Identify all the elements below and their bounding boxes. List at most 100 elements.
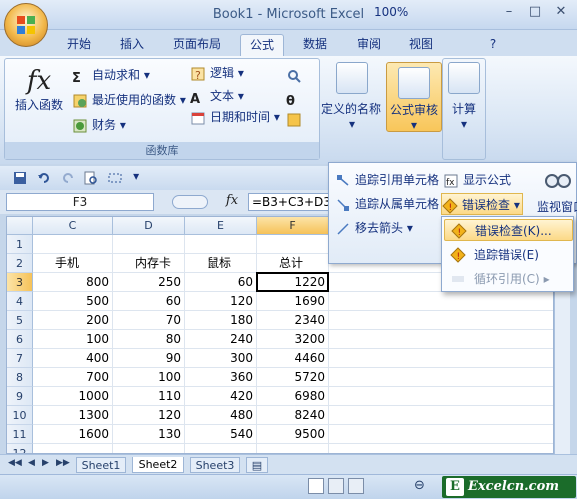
- financial-button[interactable]: 财务 ▾: [72, 114, 126, 136]
- cell-d6[interactable]: 80: [113, 330, 185, 349]
- row-header-10[interactable]: 10: [7, 406, 33, 425]
- formula-input[interactable]: =B3+C3+D3: [248, 193, 330, 211]
- cell-f7[interactable]: 4460: [257, 349, 329, 368]
- sheet-tab-sheet3[interactable]: Sheet3: [190, 457, 240, 473]
- tab-insert[interactable]: 插入: [113, 34, 151, 56]
- row-header-11[interactable]: 11: [7, 425, 33, 444]
- cell-d10[interactable]: 120: [113, 406, 185, 425]
- tab-home[interactable]: 开始: [60, 34, 98, 56]
- cell-c9[interactable]: 1000: [33, 387, 113, 406]
- cell-f5[interactable]: 2340: [257, 311, 329, 330]
- recent-functions-button[interactable]: 最近使用的函数 ▾: [72, 89, 186, 111]
- row-header-6[interactable]: 6: [7, 330, 33, 349]
- row-header-4[interactable]: 4: [7, 292, 33, 311]
- column-header-d[interactable]: D: [113, 217, 185, 235]
- column-header-f[interactable]: F: [257, 217, 329, 235]
- trace-precedents-button[interactable]: 追踪引用单元格: [335, 169, 439, 191]
- page-break-view-icon[interactable]: [348, 478, 364, 494]
- cell-e2[interactable]: 鼠标: [185, 254, 257, 273]
- empty-cells[interactable]: [329, 330, 553, 349]
- formula-auditing-button[interactable]: 公式审核 ▾: [386, 62, 442, 132]
- row-header-1[interactable]: 1: [7, 235, 33, 254]
- cell-c10[interactable]: 1300: [33, 406, 113, 425]
- cell-d12[interactable]: [113, 444, 185, 453]
- defined-names-button[interactable]: 定义的名称 ▾: [321, 62, 382, 131]
- calculation-button[interactable]: 计算 ▾: [446, 62, 482, 131]
- watch-window-button[interactable]: 监视窗口: [537, 167, 577, 215]
- cell-f3[interactable]: 1220: [257, 273, 329, 292]
- cell-e9[interactable]: 420: [185, 387, 257, 406]
- tab-page-layout[interactable]: 页面布局: [166, 34, 228, 56]
- cell-e11[interactable]: 540: [185, 425, 257, 444]
- cell-d8[interactable]: 100: [113, 368, 185, 387]
- remove-arrows-button[interactable]: 移去箭头 ▾: [335, 217, 413, 239]
- logical-button[interactable]: ? 逻辑 ▾: [190, 62, 244, 84]
- cell-e1[interactable]: [185, 235, 257, 254]
- column-header-c[interactable]: C: [33, 217, 113, 235]
- cell-d3[interactable]: 250: [113, 273, 185, 292]
- cell-f2[interactable]: 总计: [257, 254, 329, 273]
- lookup-button[interactable]: [286, 64, 306, 86]
- maximize-button[interactable]: □: [522, 2, 548, 22]
- row-header-7[interactable]: 7: [7, 349, 33, 368]
- redo-icon[interactable]: [60, 170, 76, 186]
- cell-f9[interactable]: 6980: [257, 387, 329, 406]
- cell-e5[interactable]: 180: [185, 311, 257, 330]
- cell-d4[interactable]: 60: [113, 292, 185, 311]
- empty-cells[interactable]: [329, 368, 553, 387]
- error-checking-button[interactable]: ! 错误检查 ▾: [441, 193, 523, 215]
- tab-formulas[interactable]: 公式: [240, 34, 284, 56]
- empty-cells[interactable]: [329, 444, 553, 453]
- minimize-button[interactable]: –: [496, 2, 522, 22]
- row-header-5[interactable]: 5: [7, 311, 33, 330]
- undo-icon[interactable]: [36, 170, 52, 186]
- cell-c2[interactable]: 手机: [33, 254, 113, 273]
- autosum-button[interactable]: Σ 自动求和 ▾: [72, 64, 150, 86]
- cell-c5[interactable]: 200: [33, 311, 113, 330]
- cell-e4[interactable]: 120: [185, 292, 257, 311]
- cell-c3[interactable]: 800: [33, 273, 113, 292]
- cell-f8[interactable]: 5720: [257, 368, 329, 387]
- sheet-nav-first-icon[interactable]: ◀◀: [8, 458, 22, 468]
- cell-f1[interactable]: [257, 235, 329, 254]
- row-header-3[interactable]: 3: [7, 273, 33, 292]
- cell-d11[interactable]: 130: [113, 425, 185, 444]
- cell-d2[interactable]: 内存卡: [113, 254, 185, 273]
- tab-view[interactable]: 视图: [402, 34, 440, 56]
- formula-bar-expand-handle[interactable]: [172, 195, 208, 209]
- column-header-e[interactable]: E: [185, 217, 257, 235]
- empty-cells[interactable]: [329, 425, 553, 444]
- row-header-2[interactable]: 2: [7, 254, 33, 273]
- trace-dependents-button[interactable]: 追踪从属单元格: [335, 193, 439, 215]
- cell-c8[interactable]: 700: [33, 368, 113, 387]
- close-button[interactable]: ✕: [548, 2, 574, 22]
- empty-cells[interactable]: [329, 349, 553, 368]
- cell-d1[interactable]: [113, 235, 185, 254]
- cell-e7[interactable]: 300: [185, 349, 257, 368]
- cell-f11[interactable]: 9500: [257, 425, 329, 444]
- empty-cells[interactable]: [329, 387, 553, 406]
- help-icon[interactable]: ?: [484, 34, 502, 56]
- cell-f10[interactable]: 8240: [257, 406, 329, 425]
- tab-data[interactable]: 数据: [296, 34, 334, 56]
- zoom-out-icon[interactable]: ⊖: [414, 479, 440, 493]
- sheet-tab-sheet2[interactable]: Sheet2: [132, 457, 184, 473]
- cell-c1[interactable]: [33, 235, 113, 254]
- normal-view-icon[interactable]: [308, 478, 324, 494]
- save-icon[interactable]: [12, 170, 28, 186]
- customize-qat-icon[interactable]: ▾: [133, 169, 139, 183]
- empty-cells[interactable]: [329, 292, 553, 311]
- cell-e10[interactable]: 480: [185, 406, 257, 425]
- cell-f6[interactable]: 3200: [257, 330, 329, 349]
- cell-c6[interactable]: 100: [33, 330, 113, 349]
- insert-function-fx-button[interactable]: fx: [222, 193, 242, 211]
- datetime-button[interactable]: 日期和时间 ▾: [190, 106, 280, 128]
- cell-e8[interactable]: 360: [185, 368, 257, 387]
- row-header-8[interactable]: 8: [7, 368, 33, 387]
- selection-icon[interactable]: [107, 170, 123, 186]
- cell-c12[interactable]: [33, 444, 113, 453]
- cell-e12[interactable]: [185, 444, 257, 453]
- cell-d7[interactable]: 90: [113, 349, 185, 368]
- cell-d5[interactable]: 70: [113, 311, 185, 330]
- row-header-9[interactable]: 9: [7, 387, 33, 406]
